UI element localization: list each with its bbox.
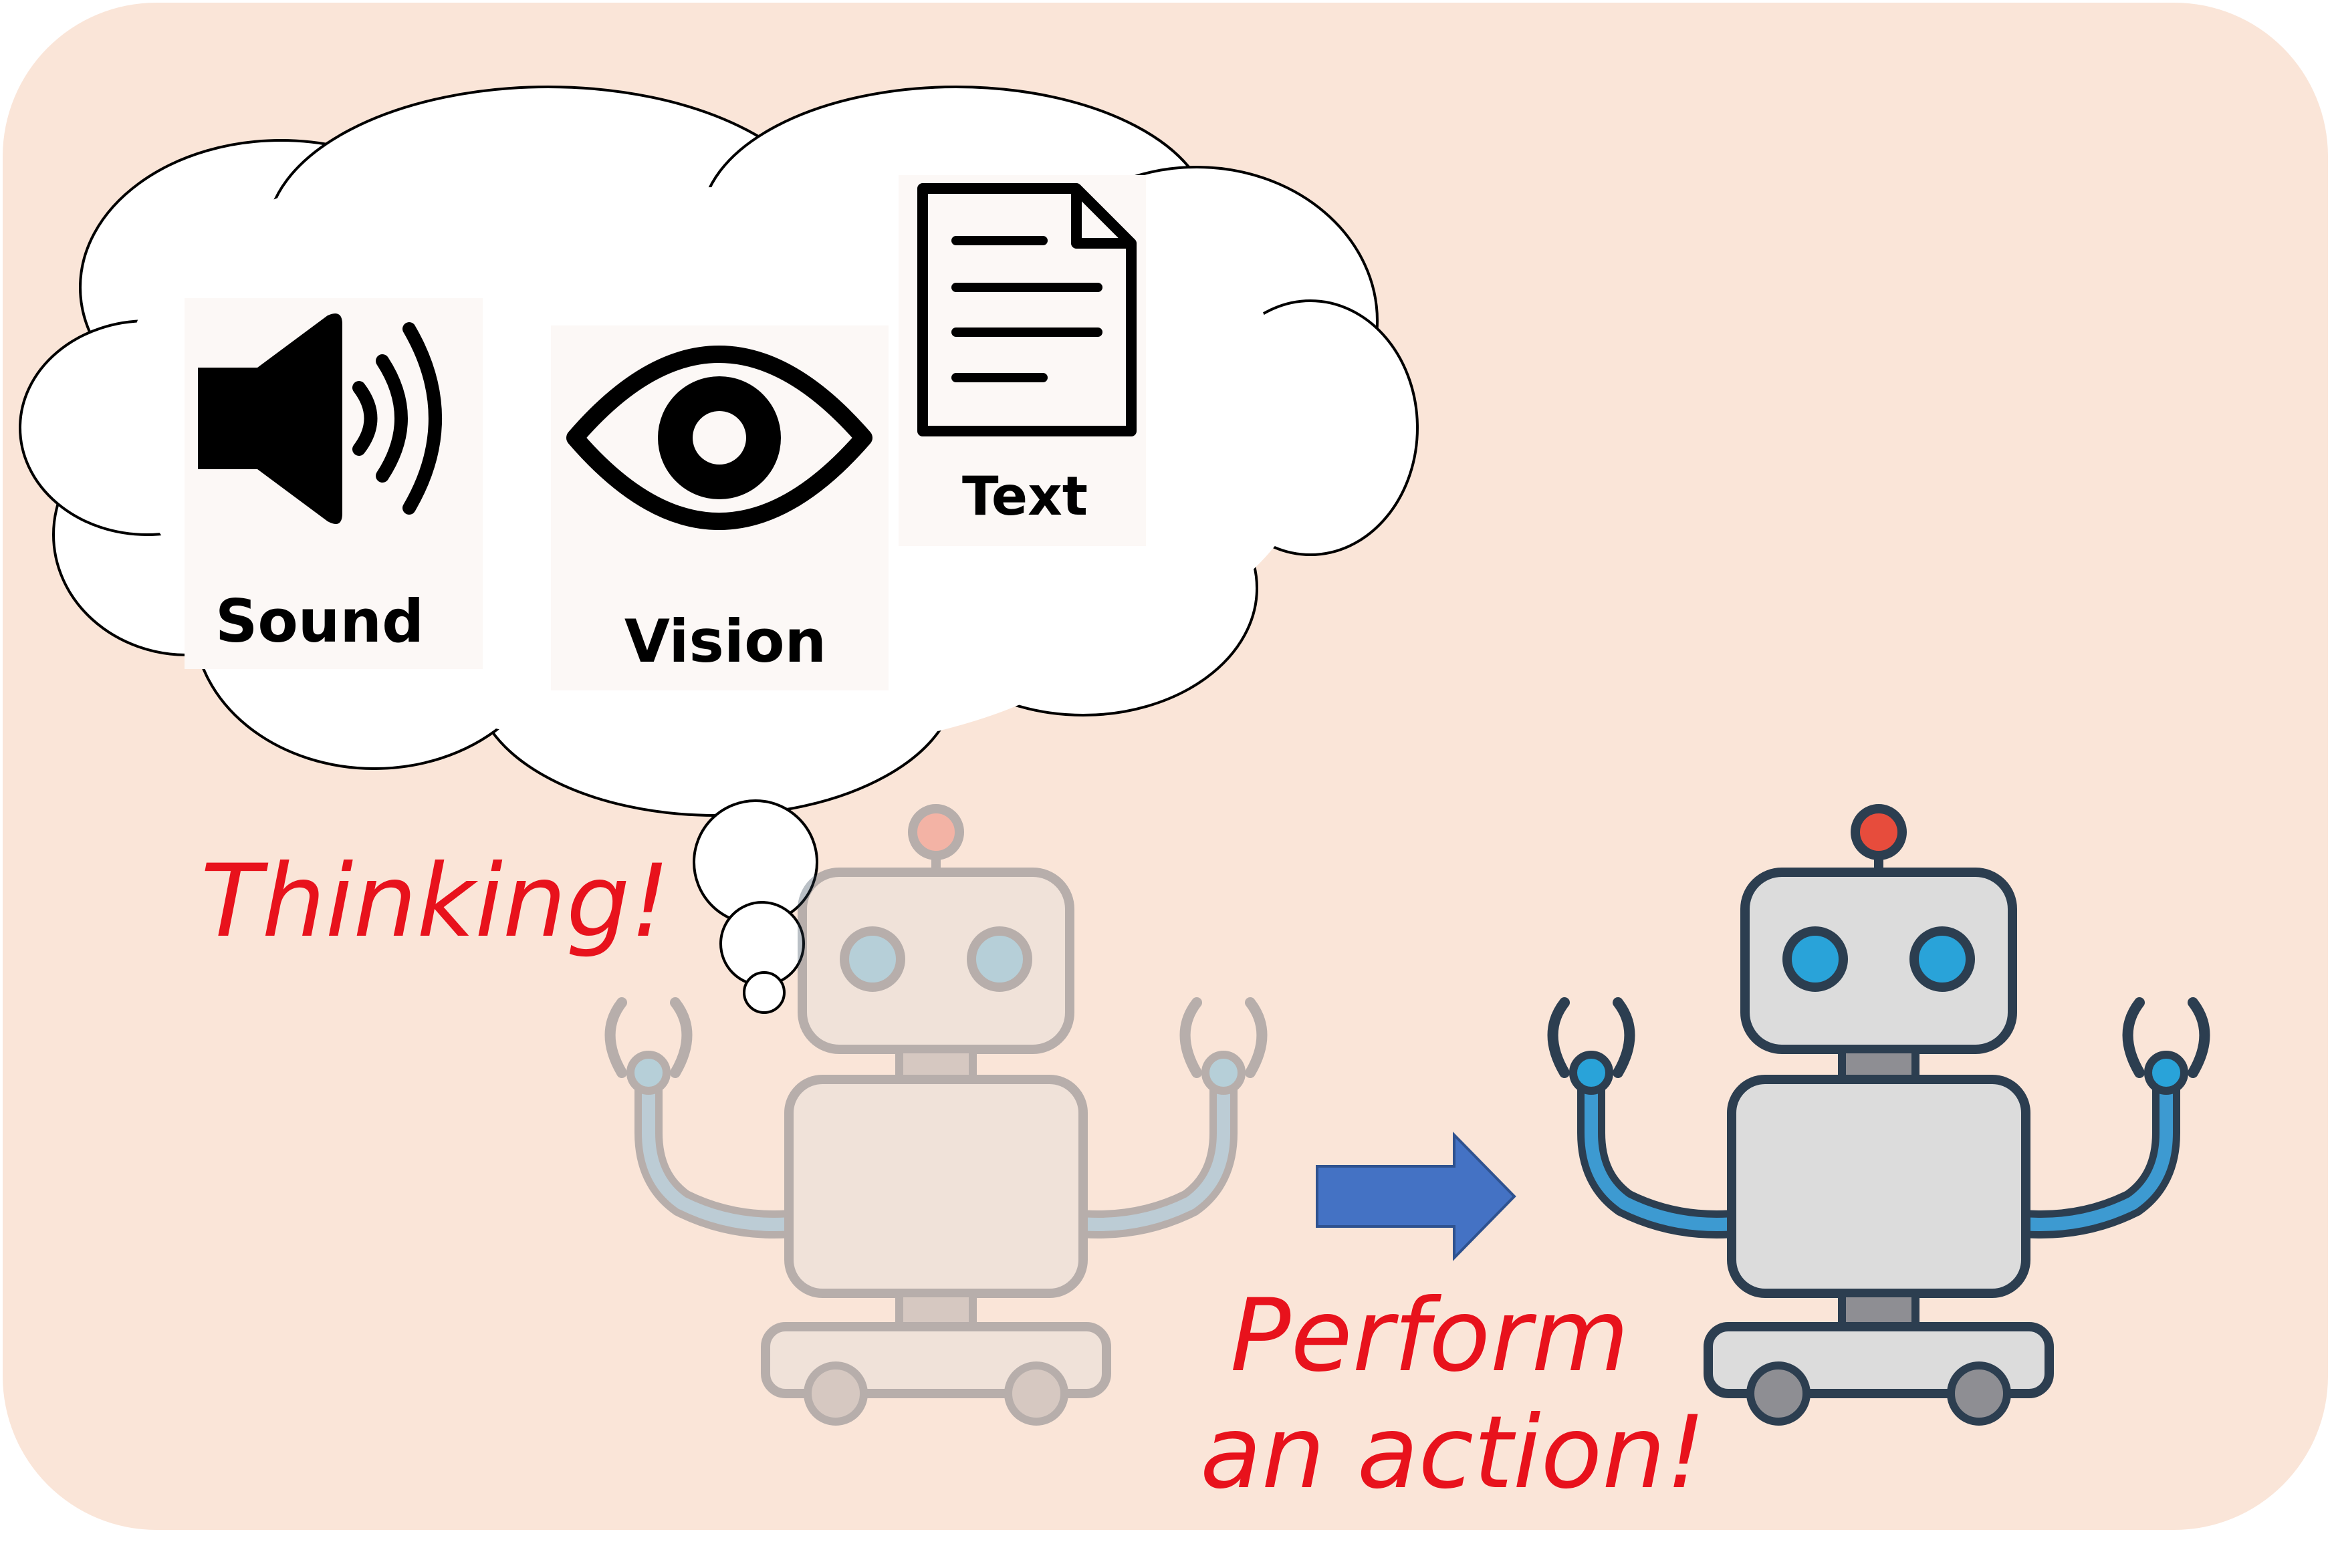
perform-caption-line2: an action! (1200, 1395, 1706, 1511)
thinking-caption: Thinking! (201, 843, 670, 960)
robot-thinking-diagram: Sound Vision Text Thinking! Perform an a… (3, 3, 2328, 1530)
perform-caption-line1: Perform (1230, 1278, 1629, 1394)
text-label: Text (962, 465, 1088, 527)
sound-card: Sound (185, 298, 483, 669)
vision-label: Vision (624, 607, 826, 676)
text-card: Text (899, 175, 1146, 546)
thought-bubble-small (743, 971, 786, 1014)
sound-label: Sound (215, 587, 424, 656)
vision-card: Vision (551, 325, 889, 690)
